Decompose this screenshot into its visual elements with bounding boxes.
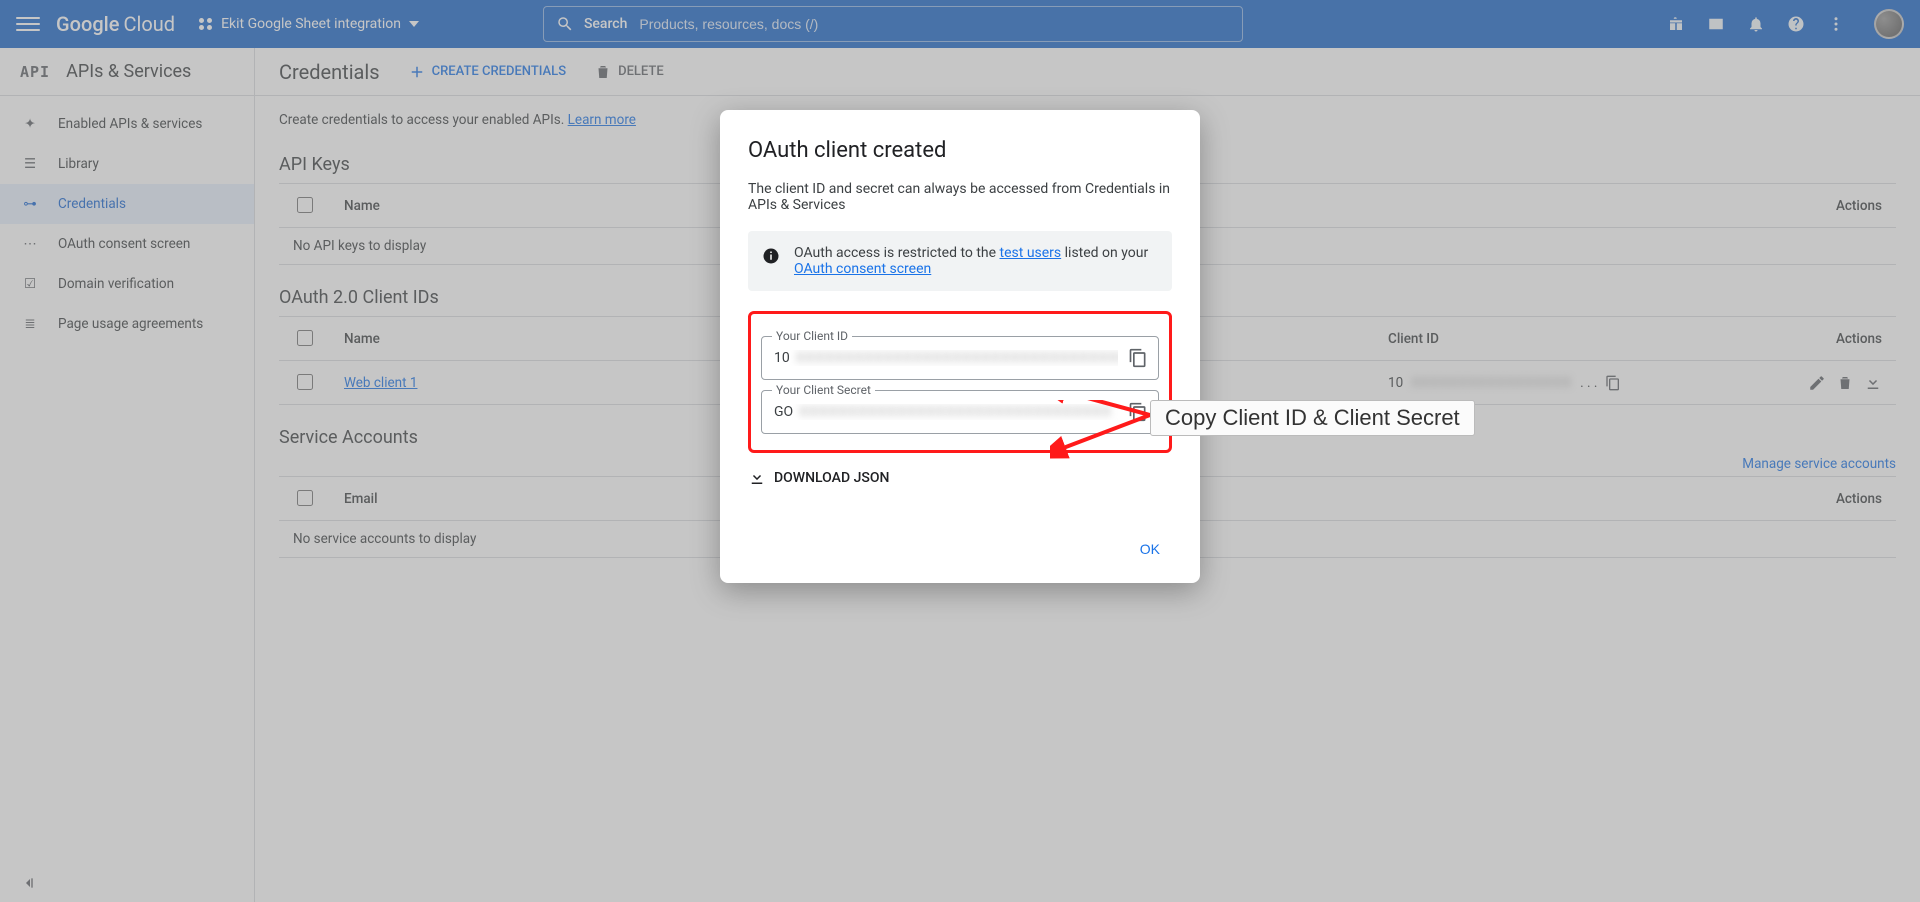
- download-json-button[interactable]: DOWNLOAD JSON: [748, 469, 1172, 487]
- alert-text-mid: listed on your: [1065, 245, 1149, 261]
- oauth-consent-link[interactable]: OAuth consent screen: [794, 261, 931, 277]
- oauth-created-modal: OAuth client created The client ID and s…: [720, 110, 1200, 583]
- client-secret-field: Your Client Secret GO XXXXXXXXXXXXXXXXXX…: [761, 390, 1159, 434]
- alert-text-pre: OAuth access is restricted to the: [794, 245, 1000, 261]
- modal-title: OAuth client created: [748, 138, 1172, 163]
- copy-client-secret-button[interactable]: [1128, 402, 1148, 422]
- client-id-value-masked: XXXXXXXXXXXXXXXXXXXXXXXXXXXXXXXXXXXXXXXX…: [796, 350, 1118, 366]
- download-label: DOWNLOAD JSON: [774, 470, 889, 486]
- test-users-link[interactable]: test users: [1000, 245, 1062, 261]
- client-secret-value: GO XXXXXXXXXXXXXXXXXXXXXXXXXXXXXXXX p: [774, 404, 1118, 420]
- modal-description: The client ID and secret can always be a…: [748, 181, 1172, 213]
- client-secret-value-prefix: GO: [774, 404, 793, 420]
- info-alert: OAuth access is restricted to the test u…: [748, 231, 1172, 291]
- client-secret-value-masked: XXXXXXXXXXXXXXXXXXXXXXXXXXXXXXXX: [799, 404, 1112, 420]
- info-icon: [762, 247, 780, 265]
- client-id-field: Your Client ID 10 XXXXXXXXXXXXXXXXXXXXXX…: [761, 336, 1159, 380]
- copy-client-id-button[interactable]: [1128, 348, 1148, 368]
- modal-overlay: OAuth client created The client ID and s…: [0, 0, 1920, 902]
- client-secret-label: Your Client Secret: [772, 383, 875, 397]
- ok-button[interactable]: OK: [1128, 533, 1172, 565]
- client-id-value-prefix: 10: [774, 350, 790, 366]
- client-id-label: Your Client ID: [772, 329, 852, 343]
- download-icon: [748, 469, 766, 487]
- client-id-value: 10 XXXXXXXXXXXXXXXXXXXXXXXXXXXXXXXXXXXXX…: [774, 350, 1118, 366]
- credentials-highlight-box: Your Client ID 10 XXXXXXXXXXXXXXXXXXXXXX…: [748, 311, 1172, 453]
